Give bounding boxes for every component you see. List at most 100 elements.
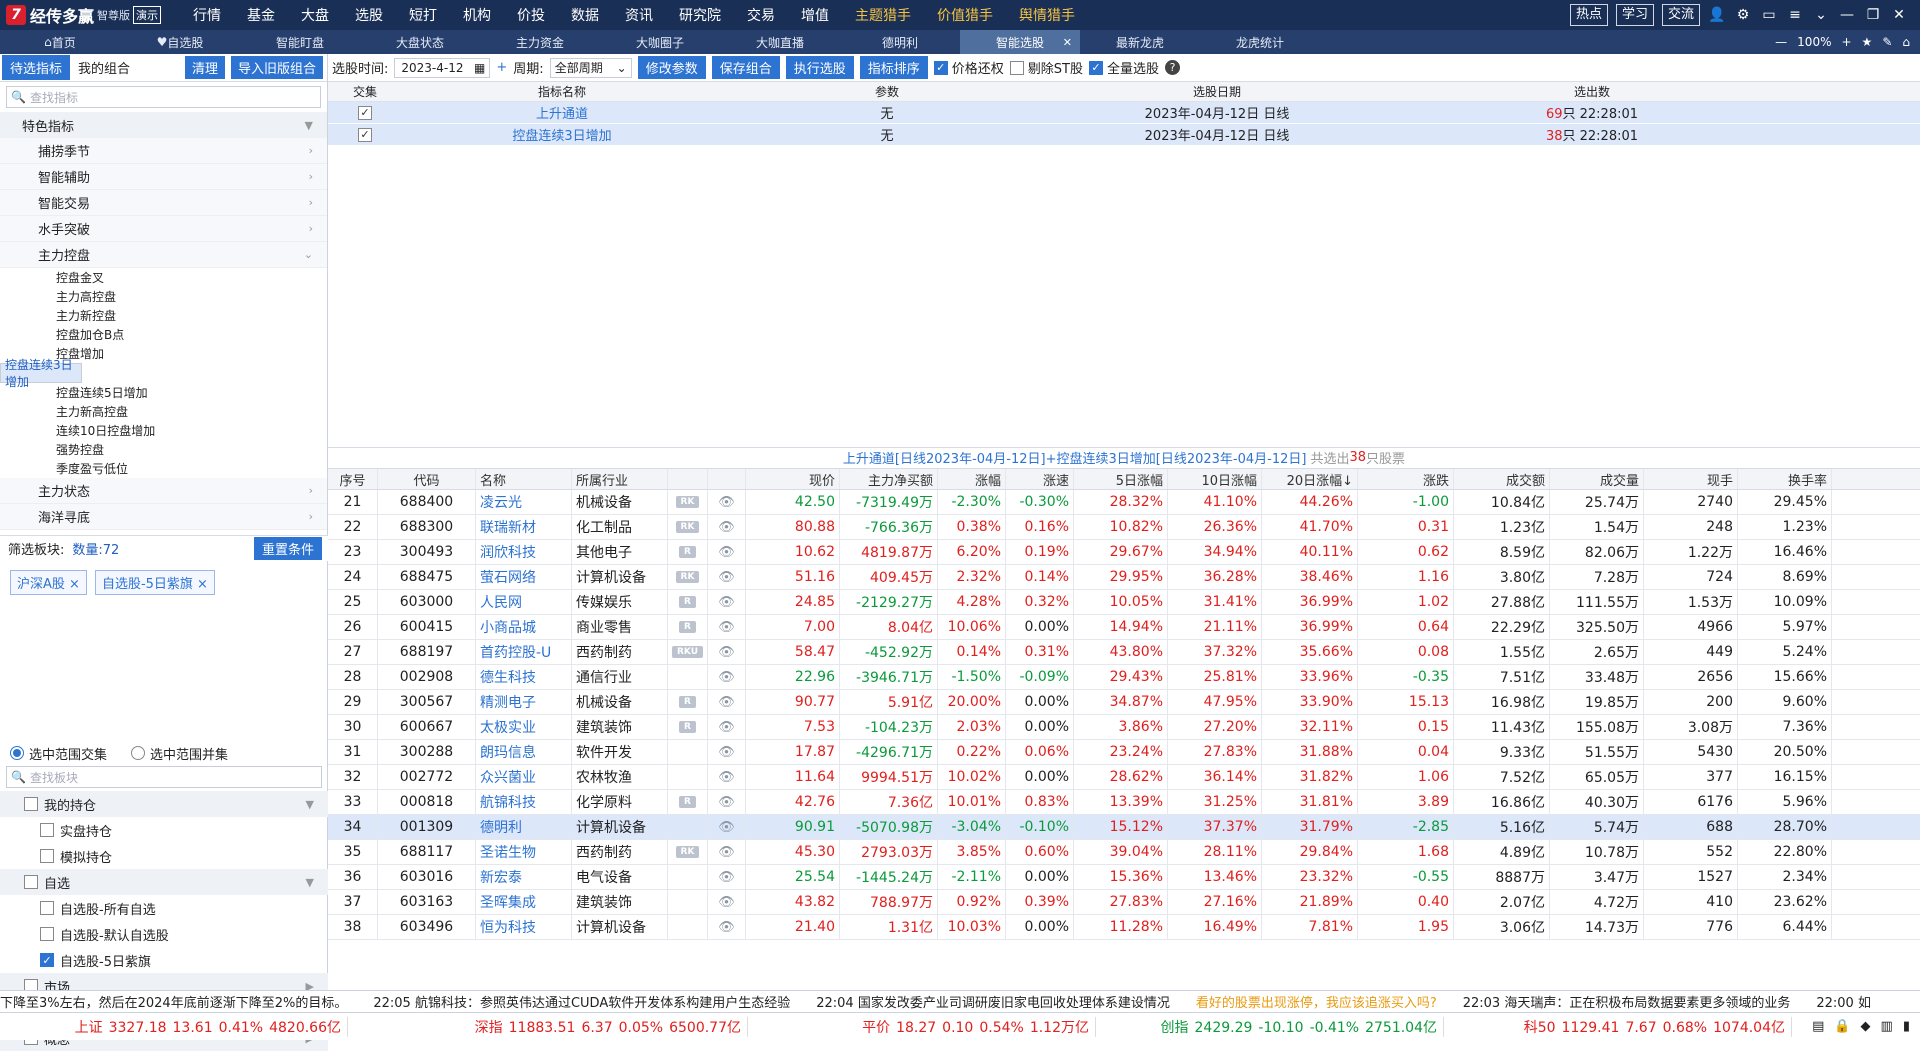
layout-icon[interactable]: ▭ bbox=[1756, 0, 1782, 30]
table-row[interactable]: 27 688197 首药控股-U 西药制药 RKU 👁 58.47 -452.92万 0.14%… bbox=[328, 640, 1920, 665]
grid-col-header[interactable]: 换手率 bbox=[1738, 469, 1832, 489]
settings-icon[interactable]: ⚙ bbox=[1730, 0, 1756, 30]
eye-icon[interactable]: 👁 bbox=[718, 695, 735, 710]
learn-button[interactable]: 学习 bbox=[1615, 4, 1654, 26]
table-row[interactable]: 23 300493 润欣科技 其他电子 R 👁 10.62 4819.87万 6.20% 0.19… bbox=[328, 540, 1920, 565]
table-row[interactable]: 29 300567 精测电子 机械设备 R 👁 90.77 5.91亿 20.00% 0.00% 3… bbox=[328, 690, 1920, 715]
minimize-icon[interactable]: — bbox=[1834, 0, 1860, 30]
tree-group[interactable]: 主力状态 › bbox=[0, 478, 327, 504]
eye-icon[interactable]: 👁 bbox=[718, 720, 735, 735]
menu-item[interactable]: 研究院 bbox=[666, 5, 734, 25]
grid-col-header[interactable]: 成交量 bbox=[1550, 469, 1644, 489]
eye-icon[interactable]: 👁 bbox=[718, 495, 735, 510]
calendar-icon[interactable]: ▤ bbox=[1812, 1019, 1824, 1034]
cell-eye[interactable]: 👁 bbox=[708, 490, 746, 514]
date-input[interactable]: 2023-4-12 ▦ bbox=[394, 57, 491, 78]
menu-item[interactable]: 价投 bbox=[504, 5, 558, 25]
grid-col-header[interactable]: 名称 bbox=[476, 469, 572, 489]
tab-item[interactable]: ⌂ 首页 bbox=[0, 30, 120, 54]
edit-params-button[interactable]: 修改参数 bbox=[637, 56, 706, 79]
pencil-icon[interactable]: ✎ bbox=[1882, 35, 1892, 49]
tree-leaf[interactable]: 连续10日控盘增加 bbox=[0, 421, 327, 440]
close-icon[interactable]: ✕ bbox=[1886, 0, 1912, 30]
cell-name[interactable]: 精测电子 bbox=[476, 690, 572, 714]
menu-item[interactable]: 机构 bbox=[450, 5, 504, 25]
grid-col-header[interactable]: 主力净买额 bbox=[840, 469, 938, 489]
checkbox-empty-icon[interactable] bbox=[24, 797, 38, 811]
tree-leaf[interactable]: 控盘加仓B点 bbox=[0, 325, 327, 344]
cell-name[interactable]: 小商品城 bbox=[476, 615, 572, 639]
tree-group-featured[interactable]: 特色指标 ▼ bbox=[0, 112, 327, 138]
run-selection-button[interactable]: 执行选股 bbox=[785, 56, 854, 79]
table-row[interactable]: 31 300288 朗玛信息 软件开发 👁 17.87 -4296.71万 0.22% 0.06… bbox=[328, 740, 1920, 765]
table-row[interactable]: 32 002772 众兴菌业 农林牧渔 👁 11.64 9994.51万 10.02% 0.00… bbox=[328, 765, 1920, 790]
cell-name[interactable]: 首药控股-U bbox=[476, 640, 572, 664]
cell-eye[interactable]: 👁 bbox=[708, 765, 746, 789]
close-icon[interactable]: × bbox=[65, 577, 80, 592]
bell-icon[interactable]: ◆ bbox=[1861, 1019, 1871, 1034]
checkbox-empty-icon[interactable] bbox=[40, 901, 54, 915]
news-item[interactable]: 下降至3%左右，然后在2024年底前逐渐下降至2%的目标。 bbox=[0, 992, 347, 1011]
user-icon[interactable]: 👤 bbox=[1704, 0, 1730, 30]
checkbox-empty-icon[interactable] bbox=[24, 875, 38, 889]
cell-name[interactable]: 航锦科技 bbox=[476, 790, 572, 814]
tab-item[interactable]: 智能选股 ✕ bbox=[960, 30, 1080, 54]
cell-eye[interactable]: 👁 bbox=[708, 665, 746, 689]
formula-check[interactable]: ✓ bbox=[328, 105, 402, 120]
checkbox-empty-icon[interactable] bbox=[40, 823, 54, 837]
formula-row[interactable]: ✓ 上升通道 无 2023年-04月-12日 日线 69只 22:28:01 bbox=[328, 102, 1920, 124]
menu-icon[interactable]: ≡ bbox=[1782, 0, 1808, 30]
tree-leaf[interactable]: 主力新高控盘 bbox=[0, 402, 327, 421]
eye-icon[interactable]: 👁 bbox=[718, 770, 735, 785]
filter-tag[interactable]: 自选股-5日紫旗 × bbox=[94, 570, 215, 595]
close-icon[interactable]: × bbox=[193, 577, 208, 592]
menu-item[interactable]: 舆情猎手 bbox=[1006, 5, 1088, 25]
full-selection-checkbox[interactable]: ✓ 全量选股 bbox=[1088, 58, 1159, 77]
board-node[interactable]: ✓ 自选股-5日紫旗 bbox=[0, 947, 328, 973]
formula-check[interactable]: ✓ bbox=[328, 127, 402, 142]
grid-col-header[interactable]: 10日涨幅 bbox=[1168, 469, 1262, 489]
tab-item[interactable]: 龙虎统计 bbox=[1200, 30, 1320, 54]
grid-col-header[interactable]: 涨跌 bbox=[1358, 469, 1454, 489]
grid-col-header[interactable]: 涨速 bbox=[1006, 469, 1074, 489]
tab-item[interactable]: ♥ 自选股 bbox=[120, 30, 240, 54]
tab-item[interactable]: 主力资金 bbox=[480, 30, 600, 54]
table-row[interactable]: 25 603000 人民网 传媒娱乐 R 👁 24.85 -2129.27万 4.28% 0.32… bbox=[328, 590, 1920, 615]
grid-col-header[interactable]: 成交额 bbox=[1454, 469, 1550, 489]
checkbox-checked-icon[interactable]: ✓ bbox=[358, 127, 372, 142]
board-node[interactable]: 我的持仓 ▼ bbox=[0, 791, 328, 817]
grid-col-header[interactable]: 涨幅 bbox=[938, 469, 1006, 489]
price-adjust-checkbox[interactable]: ✓ 价格还权 bbox=[933, 58, 1004, 77]
menu-item[interactable]: 大盘 bbox=[288, 5, 342, 25]
cell-name[interactable]: 朗玛信息 bbox=[476, 740, 572, 764]
checkbox-checked-icon[interactable]: ✓ bbox=[358, 105, 372, 120]
indicator-search-input[interactable]: 🔍 查找指标 bbox=[6, 86, 321, 108]
eye-icon[interactable]: 👁 bbox=[718, 845, 735, 860]
eye-icon[interactable]: 👁 bbox=[718, 520, 735, 535]
cell-name[interactable]: 恒为科技 bbox=[476, 915, 572, 939]
cell-eye[interactable]: 👁 bbox=[708, 540, 746, 564]
cell-eye[interactable]: 👁 bbox=[708, 865, 746, 889]
tree-leaf[interactable]: 强势控盘 bbox=[0, 440, 327, 459]
filter-tag[interactable]: 沪深A股 × bbox=[10, 570, 87, 595]
grid-col-header[interactable]: 5日涨幅 bbox=[1074, 469, 1168, 489]
formula-name[interactable]: 控盘连续3日增加 bbox=[402, 125, 722, 144]
table-row[interactable]: 22 688300 联瑞新材 化工制品 RK 👁 80.88 -766.36万 0.38% 0.1… bbox=[328, 515, 1920, 540]
cell-eye[interactable]: 👁 bbox=[708, 715, 746, 739]
eye-icon[interactable]: 👁 bbox=[718, 545, 735, 560]
lock-icon[interactable]: 🔒 bbox=[1834, 1019, 1850, 1034]
tab-item[interactable]: 智能盯盘 bbox=[240, 30, 360, 54]
eye-icon[interactable]: 👁 bbox=[718, 645, 735, 660]
index-item[interactable]: 创指 2429.29 -10.10 -0.41% 2751.04亿 bbox=[1096, 1016, 1444, 1037]
tab-pending-indicators[interactable]: 待选指标 bbox=[2, 55, 71, 80]
grid-col-header[interactable]: 所属行业 bbox=[572, 469, 668, 489]
eye-icon[interactable]: 👁 bbox=[718, 870, 735, 885]
cell-name[interactable]: 圣诺生物 bbox=[476, 840, 572, 864]
grid-col-header[interactable]: 序号 bbox=[328, 469, 378, 489]
table-row[interactable]: 24 688475 萤石网络 计算机设备 RK 👁 51.16 409.45万 2.32% 0.1… bbox=[328, 565, 1920, 590]
chevron-down-icon[interactable]: ⌄ bbox=[1808, 0, 1834, 30]
menu-item[interactable]: 短打 bbox=[396, 5, 450, 25]
cell-eye[interactable]: 👁 bbox=[708, 840, 746, 864]
radio-intersection[interactable]: 选中范围交集 bbox=[10, 744, 107, 763]
eye-icon[interactable]: 👁 bbox=[718, 920, 735, 935]
